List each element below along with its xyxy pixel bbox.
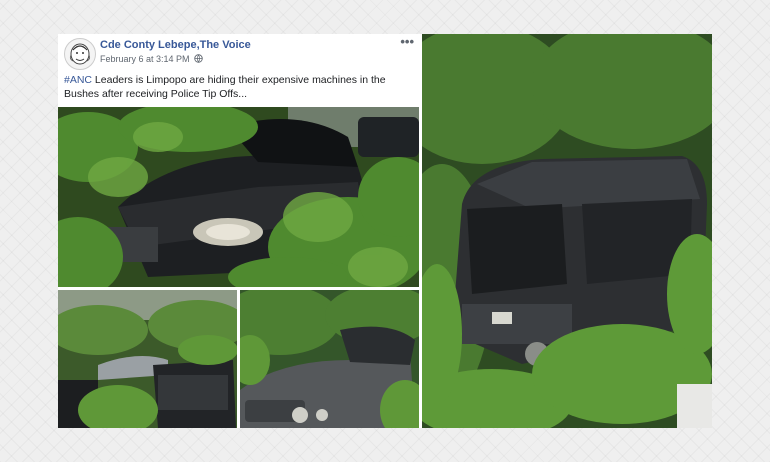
post-text: #ANC Leaders is Limpopo are hiding their… (64, 73, 414, 101)
photo-mercedes-suv[interactable] (58, 107, 419, 287)
facebook-post-card: Cde Conty Lebepe,The Voice February 6 at… (58, 34, 712, 428)
photo-overgrown-yard[interactable] (58, 290, 237, 428)
post-header: Cde Conty Lebepe,The Voice February 6 at… (58, 34, 420, 106)
post-timestamp[interactable]: February 6 at 3:14 PM (100, 54, 190, 64)
globe-icon (194, 54, 203, 65)
author-avatar[interactable] (64, 38, 96, 70)
post-body-text: Leaders is Limpopo are hiding their expe… (64, 74, 386, 100)
author-name[interactable]: Cde Conty Lebepe,The Voice (100, 39, 251, 51)
more-options-button[interactable]: ••• (400, 34, 414, 49)
photo-divider (419, 34, 422, 428)
photo-range-rover[interactable] (422, 34, 712, 428)
hashtag-link[interactable]: #ANC (64, 74, 92, 86)
post-meta: February 6 at 3:14 PM (100, 54, 203, 65)
photo-bentley[interactable] (240, 290, 419, 428)
